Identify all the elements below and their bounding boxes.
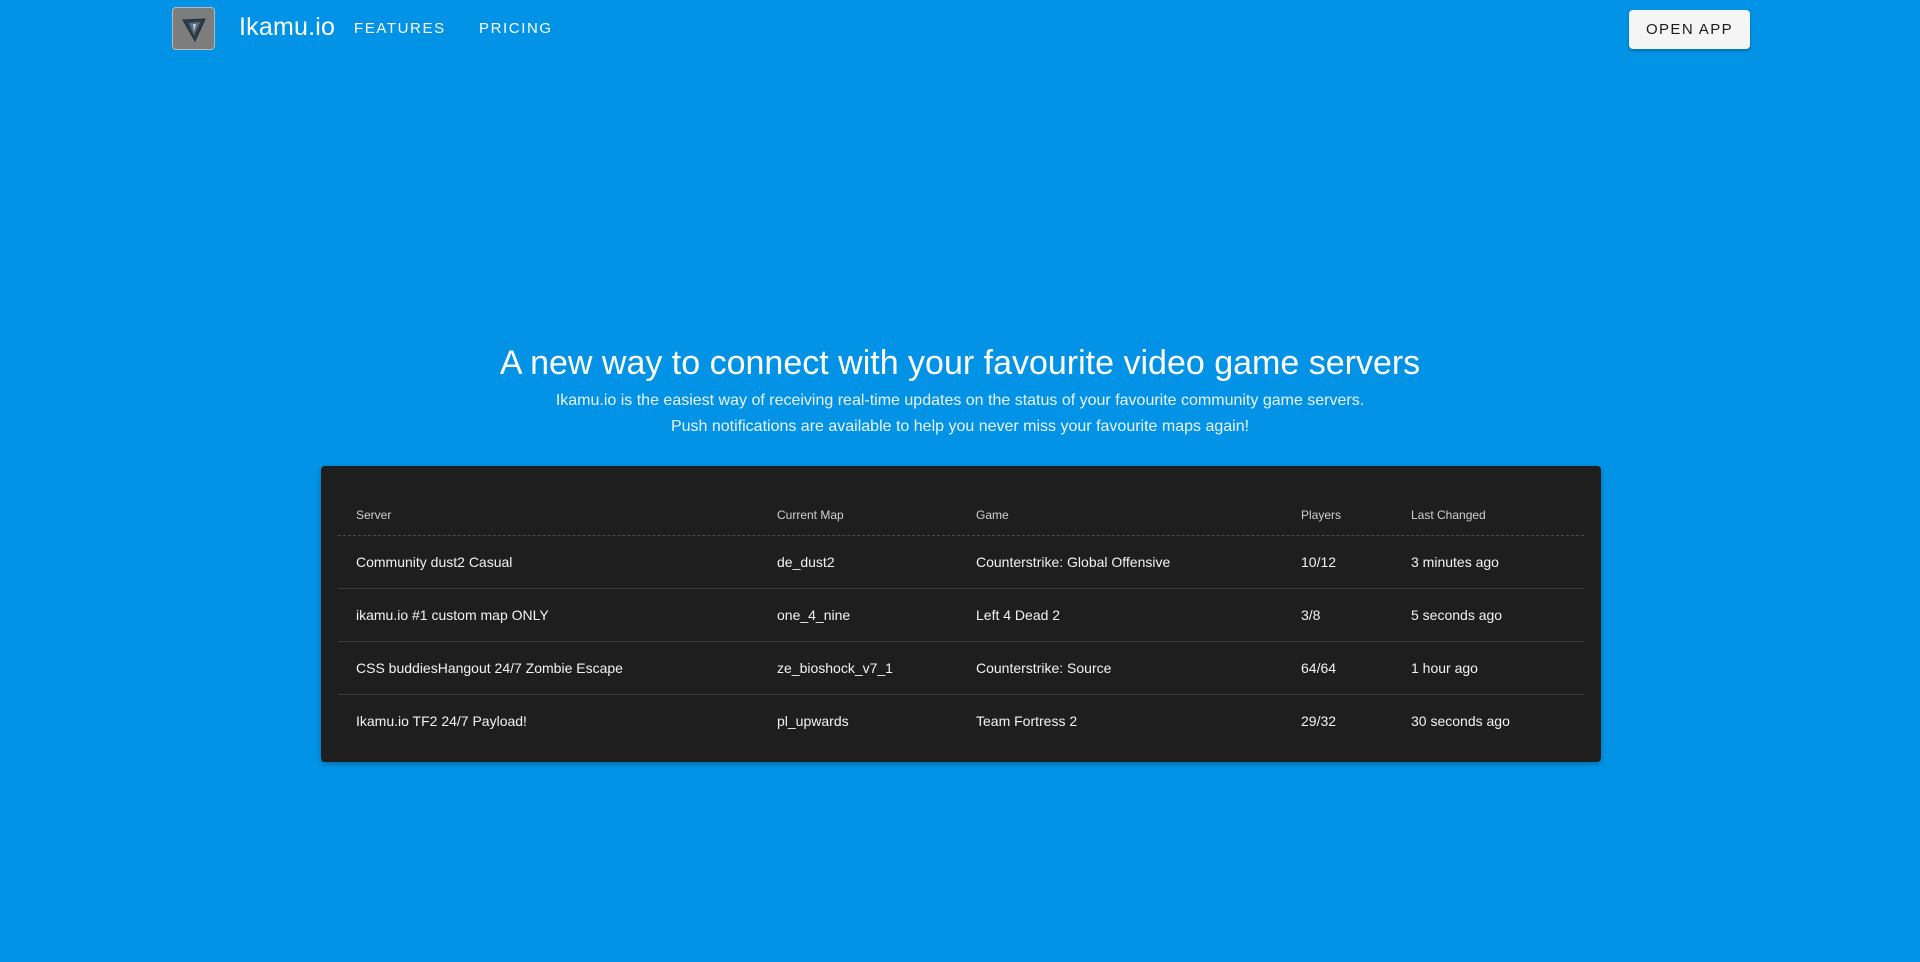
server-name: ikamu.io #1 custom map ONLY [356,607,549,623]
header-game[interactable]: Game [976,489,1009,541]
last-changed: 5 seconds ago [1411,607,1503,623]
game-name: Team Fortress 2 [976,713,1078,729]
last-changed: 3 minutes ago [1411,554,1499,570]
nav-features-link[interactable]: FEATURES [354,19,446,39]
table-row[interactable]: Community dust2 Casual de_dust2 Counters… [338,536,1584,589]
servers-table: Server Current Map Game Players Last Cha… [338,483,1584,747]
server-name: Community dust2 Casual [356,554,513,570]
hero-subtitle-line1: Ikamu.io is the easiest way of receiving… [555,392,1365,409]
hero-subtitle-line2: Push notifications are available to help… [670,418,1250,435]
table-row[interactable]: CSS buddiesHangout 24/7 Zombie Escape ze… [338,642,1584,695]
header-last-changed[interactable]: Last Changed [1411,489,1486,541]
current-map: ze_bioshock_v7_1 [777,660,893,676]
brand-name[interactable]: Ikamu.io [239,11,335,43]
current-map: one_4_nine [777,607,851,623]
top-navigation: Ikamu.io FEATURES PRICING OPEN APP [0,0,1920,58]
header-current-map[interactable]: Current Map [777,489,844,541]
server-name: CSS buddiesHangout 24/7 Zombie Escape [356,660,623,676]
last-changed: 1 hour ago [1411,660,1478,676]
game-name: Counterstrike: Global Offensive [976,554,1171,570]
game-name: Counterstrike: Source [976,660,1112,676]
player-count: 64/64 [1301,660,1337,676]
header-players[interactable]: Players [1301,489,1341,541]
player-count: 10/12 [1301,554,1337,570]
table-header-row: Server Current Map Game Players Last Cha… [338,483,1584,536]
server-name: Ikamu.io TF2 24/7 Payload! [356,713,527,729]
arrowhead-logo-icon [181,17,206,42]
table-row[interactable]: ikamu.io #1 custom map ONLY one_4_nine L… [338,589,1584,642]
servers-table-card: Server Current Map Game Players Last Cha… [321,466,1601,762]
header-server[interactable]: Server [356,489,391,541]
table-row[interactable]: Ikamu.io TF2 24/7 Payload! pl_upwards Te… [338,695,1584,747]
game-name: Left 4 Dead 2 [976,607,1061,623]
current-map: pl_upwards [777,713,849,729]
logo-icon[interactable] [172,7,215,50]
open-app-button[interactable]: OPEN APP [1629,10,1750,49]
hero-title: A new way to connect with your favourite… [499,344,1421,382]
player-count: 29/32 [1301,713,1337,729]
last-changed: 30 seconds ago [1411,713,1510,729]
current-map: de_dust2 [777,554,835,570]
player-count: 3/8 [1301,607,1321,623]
nav-pricing-link[interactable]: PRICING [479,19,553,39]
